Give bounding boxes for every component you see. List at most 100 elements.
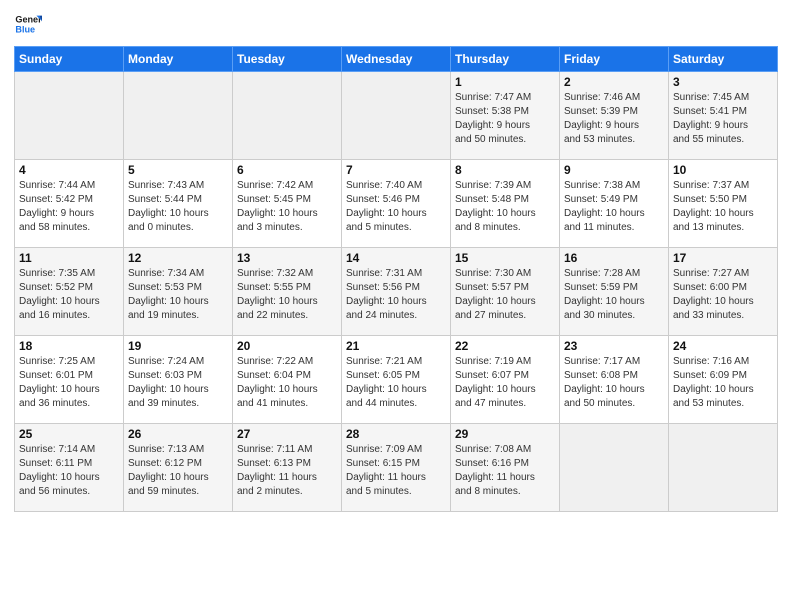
page-container: General Blue SundayMondayTuesdayWednesda… bbox=[0, 0, 792, 612]
calendar-day-cell bbox=[560, 424, 669, 512]
day-number: 28 bbox=[346, 427, 446, 441]
day-info: Sunrise: 7:30 AM Sunset: 5:57 PM Dayligh… bbox=[455, 267, 555, 323]
calendar-week-row: 4 Sunrise: 7:44 AM Sunset: 5:42 PM Daylig… bbox=[15, 160, 778, 248]
day-number: 21 bbox=[346, 339, 446, 353]
day-number: 29 bbox=[455, 427, 555, 441]
weekday-header: Tuesday bbox=[233, 47, 342, 72]
calendar-day-cell: 15 Sunrise: 7:30 AM Sunset: 5:57 PM Dayli… bbox=[451, 248, 560, 336]
calendar-day-cell: 23Sunrise: 7:17 AM Sunset: 6:08 PM Dayli… bbox=[560, 336, 669, 424]
weekday-header: Thursday bbox=[451, 47, 560, 72]
day-number: 27 bbox=[237, 427, 337, 441]
day-info: Sunrise: 7:37 AM Sunset: 5:50 PM Dayligh… bbox=[673, 179, 773, 235]
day-info: Sunrise: 7:39 AM Sunset: 5:48 PM Dayligh… bbox=[455, 179, 555, 235]
day-number: 18 bbox=[19, 339, 119, 353]
day-number: 25 bbox=[19, 427, 119, 441]
calendar-day-cell: 9 Sunrise: 7:38 AM Sunset: 5:49 PM Daylig… bbox=[560, 160, 669, 248]
calendar-day-cell bbox=[233, 72, 342, 160]
calendar-day-cell: 19 Sunrise: 7:24 AM Sunset: 6:03 PM Dayli… bbox=[124, 336, 233, 424]
day-info: Sunrise: 7:09 AM Sunset: 6:15 PM Dayligh… bbox=[346, 443, 446, 499]
day-info: Sunrise: 7:47 AM Sunset: 5:38 PM Dayligh… bbox=[455, 91, 555, 147]
calendar-day-cell: 26Sunrise: 7:13 AM Sunset: 6:12 PM Dayli… bbox=[124, 424, 233, 512]
calendar-week-row: 25 Sunrise: 7:14 AM Sunset: 6:11 PM Dayli… bbox=[15, 424, 778, 512]
calendar-day-cell: 3 Sunrise: 7:45 AM Sunset: 5:41 PM Daylig… bbox=[669, 72, 778, 160]
calendar-day-cell: 20 Sunrise: 7:22 AM Sunset: 6:04 PM Dayli… bbox=[233, 336, 342, 424]
day-number: 11 bbox=[19, 251, 119, 265]
day-number: 16 bbox=[564, 251, 664, 265]
day-info: Sunrise: 7:38 AM Sunset: 5:49 PM Dayligh… bbox=[564, 179, 664, 235]
day-info: Sunrise: 7:32 AM Sunset: 5:55 PM Dayligh… bbox=[237, 267, 337, 323]
weekday-header: Saturday bbox=[669, 47, 778, 72]
day-number: 8 bbox=[455, 163, 555, 177]
calendar-day-cell: 16 Sunrise: 7:28 AM Sunset: 5:59 PM Dayli… bbox=[560, 248, 669, 336]
day-info: Sunrise: 7:19 AM Sunset: 6:07 PM Dayligh… bbox=[455, 355, 555, 411]
calendar-week-row: 18Sunrise: 7:25 AM Sunset: 6:01 PM Dayli… bbox=[15, 336, 778, 424]
day-info: Sunrise: 7:44 AM Sunset: 5:42 PM Dayligh… bbox=[19, 179, 119, 235]
calendar-day-cell: 29 Sunrise: 7:08 AM Sunset: 6:16 PM Dayli… bbox=[451, 424, 560, 512]
day-number: 7 bbox=[346, 163, 446, 177]
day-number: 9 bbox=[564, 163, 664, 177]
logo-icon: General Blue bbox=[14, 10, 42, 38]
day-number: 19 bbox=[128, 339, 228, 353]
day-number: 13 bbox=[237, 251, 337, 265]
weekday-header: Friday bbox=[560, 47, 669, 72]
day-info: Sunrise: 7:45 AM Sunset: 5:41 PM Dayligh… bbox=[673, 91, 773, 147]
weekday-header: Sunday bbox=[15, 47, 124, 72]
calendar-day-cell bbox=[342, 72, 451, 160]
calendar-day-cell: 14 Sunrise: 7:31 AM Sunset: 5:56 PM Dayli… bbox=[342, 248, 451, 336]
day-info: Sunrise: 7:40 AM Sunset: 5:46 PM Dayligh… bbox=[346, 179, 446, 235]
day-info: Sunrise: 7:35 AM Sunset: 5:52 PM Dayligh… bbox=[19, 267, 119, 323]
weekday-header: Wednesday bbox=[342, 47, 451, 72]
day-info: Sunrise: 7:14 AM Sunset: 6:11 PM Dayligh… bbox=[19, 443, 119, 499]
header: General Blue bbox=[14, 10, 778, 38]
calendar-day-cell bbox=[124, 72, 233, 160]
calendar-day-cell: 5Sunrise: 7:43 AM Sunset: 5:44 PM Daylig… bbox=[124, 160, 233, 248]
day-number: 22 bbox=[455, 339, 555, 353]
day-info: Sunrise: 7:43 AM Sunset: 5:44 PM Dayligh… bbox=[128, 179, 228, 235]
calendar-day-cell: 18Sunrise: 7:25 AM Sunset: 6:01 PM Dayli… bbox=[15, 336, 124, 424]
day-info: Sunrise: 7:28 AM Sunset: 5:59 PM Dayligh… bbox=[564, 267, 664, 323]
day-number: 1 bbox=[455, 75, 555, 89]
calendar-day-cell: 7 Sunrise: 7:40 AM Sunset: 5:46 PM Daylig… bbox=[342, 160, 451, 248]
day-number: 10 bbox=[673, 163, 773, 177]
calendar-day-cell: 4 Sunrise: 7:44 AM Sunset: 5:42 PM Daylig… bbox=[15, 160, 124, 248]
calendar-day-cell: 2 Sunrise: 7:46 AM Sunset: 5:39 PM Daylig… bbox=[560, 72, 669, 160]
day-info: Sunrise: 7:34 AM Sunset: 5:53 PM Dayligh… bbox=[128, 267, 228, 323]
day-info: Sunrise: 7:17 AM Sunset: 6:08 PM Dayligh… bbox=[564, 355, 664, 411]
day-number: 14 bbox=[346, 251, 446, 265]
day-number: 2 bbox=[564, 75, 664, 89]
calendar-day-cell: 28 Sunrise: 7:09 AM Sunset: 6:15 PM Dayli… bbox=[342, 424, 451, 512]
day-info: Sunrise: 7:27 AM Sunset: 6:00 PM Dayligh… bbox=[673, 267, 773, 323]
day-info: Sunrise: 7:46 AM Sunset: 5:39 PM Dayligh… bbox=[564, 91, 664, 147]
day-number: 4 bbox=[19, 163, 119, 177]
calendar-day-cell: 27 Sunrise: 7:11 AM Sunset: 6:13 PM Dayli… bbox=[233, 424, 342, 512]
calendar-day-cell bbox=[669, 424, 778, 512]
day-number: 20 bbox=[237, 339, 337, 353]
day-info: Sunrise: 7:11 AM Sunset: 6:13 PM Dayligh… bbox=[237, 443, 337, 499]
day-info: Sunrise: 7:31 AM Sunset: 5:56 PM Dayligh… bbox=[346, 267, 446, 323]
day-number: 3 bbox=[673, 75, 773, 89]
day-info: Sunrise: 7:13 AM Sunset: 6:12 PM Dayligh… bbox=[128, 443, 228, 499]
logo: General Blue bbox=[14, 10, 46, 38]
day-info: Sunrise: 7:16 AM Sunset: 6:09 PM Dayligh… bbox=[673, 355, 773, 411]
calendar-day-cell: 10 Sunrise: 7:37 AM Sunset: 5:50 PM Dayli… bbox=[669, 160, 778, 248]
day-number: 12 bbox=[128, 251, 228, 265]
calendar-day-cell: 17Sunrise: 7:27 AM Sunset: 6:00 PM Dayli… bbox=[669, 248, 778, 336]
day-number: 15 bbox=[455, 251, 555, 265]
calendar-day-cell: 22 Sunrise: 7:19 AM Sunset: 6:07 PM Dayli… bbox=[451, 336, 560, 424]
svg-text:Blue: Blue bbox=[15, 24, 35, 34]
calendar-week-row: 1 Sunrise: 7:47 AM Sunset: 5:38 PM Daylig… bbox=[15, 72, 778, 160]
calendar-day-cell: 13 Sunrise: 7:32 AM Sunset: 5:55 PM Dayli… bbox=[233, 248, 342, 336]
day-info: Sunrise: 7:24 AM Sunset: 6:03 PM Dayligh… bbox=[128, 355, 228, 411]
calendar-day-cell: 25 Sunrise: 7:14 AM Sunset: 6:11 PM Dayli… bbox=[15, 424, 124, 512]
calendar-day-cell: 24Sunrise: 7:16 AM Sunset: 6:09 PM Dayli… bbox=[669, 336, 778, 424]
calendar-day-cell: 6Sunrise: 7:42 AM Sunset: 5:45 PM Daylig… bbox=[233, 160, 342, 248]
calendar-day-cell: 12 Sunrise: 7:34 AM Sunset: 5:53 PM Dayli… bbox=[124, 248, 233, 336]
calendar-table: SundayMondayTuesdayWednesdayThursdayFrid… bbox=[14, 46, 778, 512]
weekday-header: Monday bbox=[124, 47, 233, 72]
calendar-day-cell: 11 Sunrise: 7:35 AM Sunset: 5:52 PM Dayli… bbox=[15, 248, 124, 336]
day-info: Sunrise: 7:08 AM Sunset: 6:16 PM Dayligh… bbox=[455, 443, 555, 499]
day-info: Sunrise: 7:21 AM Sunset: 6:05 PM Dayligh… bbox=[346, 355, 446, 411]
calendar-week-row: 11 Sunrise: 7:35 AM Sunset: 5:52 PM Dayli… bbox=[15, 248, 778, 336]
calendar-day-cell: 1 Sunrise: 7:47 AM Sunset: 5:38 PM Daylig… bbox=[451, 72, 560, 160]
day-info: Sunrise: 7:22 AM Sunset: 6:04 PM Dayligh… bbox=[237, 355, 337, 411]
